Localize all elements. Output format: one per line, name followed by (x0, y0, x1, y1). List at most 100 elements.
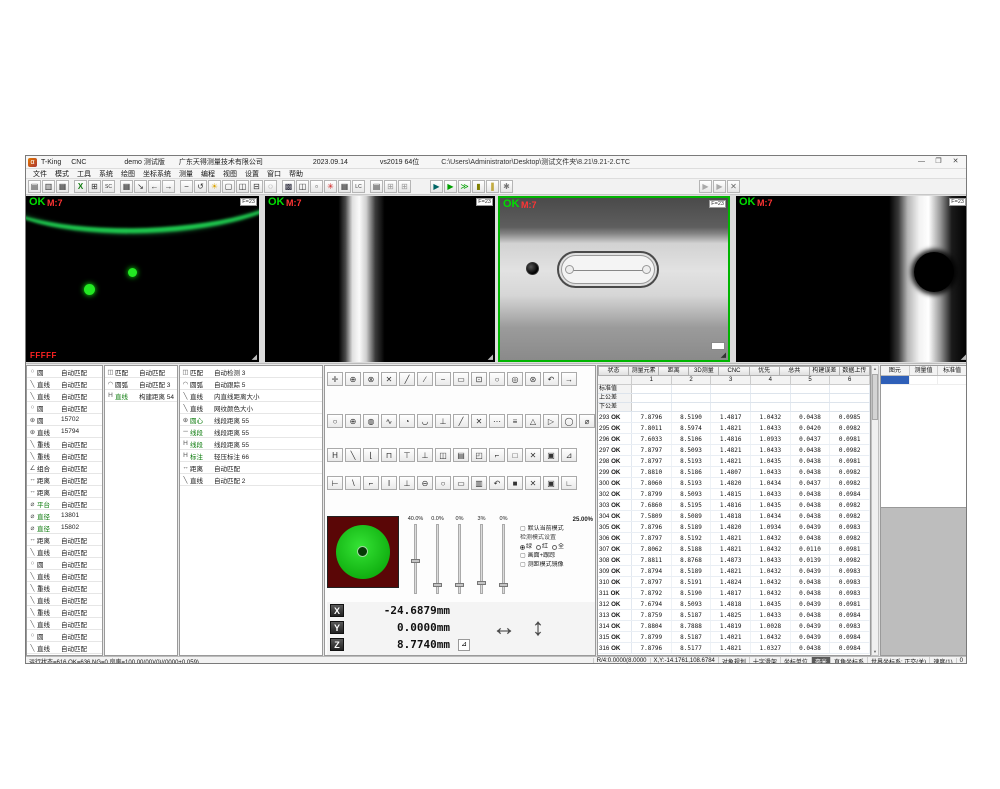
list-item[interactable]: ╲直线网纹颜色大小 (180, 402, 322, 414)
tool-button[interactable]: ◡ (417, 414, 433, 428)
toolbar-button[interactable]: ✳ (324, 180, 337, 193)
tool-button[interactable]: ⊥ (399, 476, 415, 490)
table-scrollbar[interactable]: ▲ ▼ (871, 365, 879, 656)
toolbar-button[interactable]: ⊟ (250, 180, 263, 193)
jog-x-icon[interactable]: ↔ (492, 614, 516, 642)
list-item[interactable]: ○圆自动匹配 (27, 402, 102, 414)
tool-button[interactable]: ◎ (507, 372, 523, 386)
tool-button[interactable]: ▤ (453, 448, 469, 462)
light-slider[interactable]: 3% (473, 516, 490, 594)
light-slider[interactable]: 40.0% (407, 516, 424, 594)
toolbar-button[interactable]: ▫ (310, 180, 323, 193)
menu-item[interactable]: 坐标系统 (139, 169, 175, 179)
list-item[interactable]: H直线构建距离 54 (105, 390, 177, 402)
toolbar-button[interactable]: ▮ (472, 180, 485, 193)
table-row[interactable]: 300 OK7.80608.51931.48201.04340.04370.09… (598, 478, 870, 489)
scrollbar-thumb[interactable] (872, 374, 878, 420)
list-item[interactable]: ╲直线自动匹配 (27, 546, 102, 558)
table-row[interactable]: 312 OK7.67948.50931.48181.04350.04390.09… (598, 599, 870, 610)
slider-track[interactable] (480, 524, 483, 594)
menu-item[interactable]: 文件 (29, 169, 51, 179)
tool-button[interactable]: ✕ (381, 372, 397, 386)
list-item[interactable]: ╲重线自动匹配 (27, 582, 102, 594)
list-item[interactable]: ◠圆弧自动跟踪 5 (180, 378, 322, 390)
tool-button[interactable]: ✕ (525, 476, 541, 490)
minimize-button[interactable]: — (913, 156, 930, 168)
toolbar-button[interactable]: ▦ (338, 180, 351, 193)
resize-handle-icon[interactable]: ◢ (961, 353, 966, 361)
slider-track[interactable] (502, 524, 505, 594)
toolbar-button[interactable]: ☀ (208, 180, 221, 193)
list-item[interactable]: ◫匹配自动匹配 (105, 366, 177, 378)
table-header-tab[interactable]: 数据上传 (840, 366, 870, 376)
list-item[interactable]: ╲直线自动匹配 (27, 570, 102, 582)
table-row[interactable]: 309 OK7.87948.51891.48211.04320.04390.09… (598, 566, 870, 577)
slider-thumb[interactable] (477, 581, 486, 585)
tool-button[interactable]: ∖ (345, 476, 361, 490)
maximize-button[interactable]: ❐ (930, 156, 947, 168)
list-item[interactable]: ↔距离自动匹配 (27, 474, 102, 486)
toolbar-button[interactable]: ⊞ (384, 180, 397, 193)
table-header-tab[interactable]: 测量元素 (629, 366, 659, 376)
table-row[interactable]: 316 OK7.87968.51771.48211.03270.04380.09… (598, 643, 870, 654)
checkbox-icon[interactable]: ▢ (520, 525, 526, 534)
toolbar-button[interactable]: → (162, 180, 175, 193)
slider-track[interactable] (458, 524, 461, 594)
radio-option[interactable]: 绿 (520, 543, 532, 552)
toolbar-button[interactable]: ▢ (222, 180, 235, 193)
toolbar-button[interactable]: ◫ (236, 180, 249, 193)
list-item[interactable]: ╲直线内直线距离大小 (180, 390, 322, 402)
table-header-tab[interactable]: 状态 (598, 366, 629, 376)
zoom-indicator[interactable]: F=23 (476, 198, 493, 206)
slider-thumb[interactable] (411, 559, 420, 563)
selected-cell[interactable] (881, 376, 910, 384)
list-item[interactable]: ○圆自动匹配 (27, 630, 102, 642)
list-item[interactable]: ↔距离自动匹配 (27, 486, 102, 498)
table-row[interactable]: 298 OK7.87978.51931.48211.04350.04380.09… (598, 456, 870, 467)
tool-button[interactable]: ✕ (525, 448, 541, 462)
tool-button[interactable]: ▷ (543, 414, 559, 428)
list-item[interactable]: ○圆自动匹配 (27, 366, 102, 378)
tool-button[interactable]: ≡ (507, 414, 523, 428)
list-item[interactable]: ○圆自动匹配 (27, 558, 102, 570)
toolbar-button[interactable]: LC (352, 180, 365, 193)
tool-button[interactable]: ∕ (417, 372, 433, 386)
menu-item[interactable]: 设置 (241, 169, 263, 179)
tool-button[interactable]: ⋯ (489, 414, 505, 428)
scroll-up-icon[interactable]: ▲ (872, 366, 878, 372)
list-item[interactable]: ⊕圆15702 (27, 414, 102, 426)
checkbox-icon[interactable]: ▢ (520, 552, 526, 561)
list-item[interactable]: ∠组合自动匹配 (27, 462, 102, 474)
tool-button[interactable]: ⊛ (525, 372, 541, 386)
slider-track[interactable] (436, 524, 439, 594)
resize-handle-icon[interactable]: ◢ (252, 353, 257, 361)
radio-option[interactable]: 红 (536, 543, 548, 552)
tool-button[interactable]: ⊕ (345, 414, 361, 428)
tool-button[interactable]: Ⅰ (381, 476, 397, 490)
tool-button[interactable]: ◔ (399, 414, 415, 428)
toolbar-button[interactable] (70, 180, 73, 193)
list-item[interactable]: ⌀直径13801 (27, 510, 102, 522)
toolbar-button[interactable]: ← (148, 180, 161, 193)
tool-button[interactable]: ∟ (561, 476, 577, 490)
toolbar-button[interactable]: ◫ (296, 180, 309, 193)
list-item[interactable]: ╲重线自动匹配 (27, 438, 102, 450)
tool-button[interactable]: ⌐ (363, 476, 379, 490)
table-row[interactable]: 304 OK7.58098.50891.48181.04340.04380.09… (598, 511, 870, 522)
menu-item[interactable]: 测量 (175, 169, 197, 179)
table-row[interactable]: 293 OK7.87968.51901.48171.04320.04380.09… (598, 412, 870, 423)
table-row[interactable]: 302 OK7.87998.50931.48151.04330.04380.09… (598, 489, 870, 500)
tool-button[interactable]: ◫ (435, 448, 451, 462)
tool-button[interactable]: → (561, 372, 577, 386)
tool-button[interactable]: ⊿ (561, 448, 577, 462)
tool-button[interactable]: ▭ (453, 372, 469, 386)
list-item[interactable]: ╲直线自动匹配 (27, 378, 102, 390)
tool-button[interactable]: ╱ (453, 414, 469, 428)
table-row[interactable]: 297 OK7.87978.50931.48211.04330.04380.09… (598, 445, 870, 456)
list-item[interactable]: ↔距离自动匹配 (27, 534, 102, 546)
resize-handle-icon[interactable]: ◢ (488, 353, 493, 361)
table-row[interactable]: 310 OK7.87978.51911.48241.04320.04380.09… (598, 577, 870, 588)
slider-track[interactable] (414, 524, 417, 594)
tool-button[interactable]: ↶ (489, 476, 505, 490)
toolbar-button[interactable] (278, 180, 281, 193)
